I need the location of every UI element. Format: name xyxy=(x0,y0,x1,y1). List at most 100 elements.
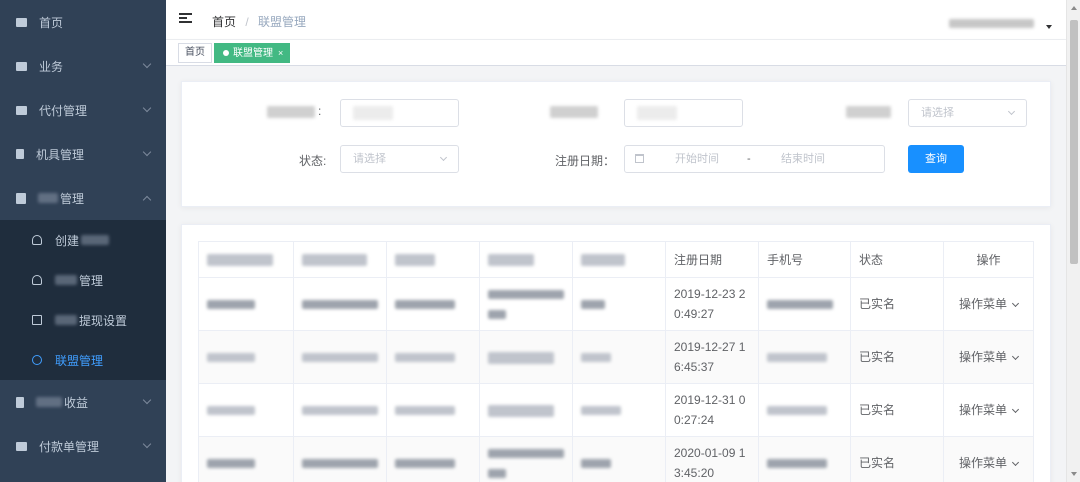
end-date-input[interactable]: 结束时间 xyxy=(781,146,825,172)
redacted-phone-cell xyxy=(758,277,851,331)
user-icon xyxy=(32,235,42,245)
user-menu[interactable] xyxy=(949,17,1052,29)
top-navbar: 首页 / 联盟管理 xyxy=(166,0,1066,40)
reg-date-cell: 2019-12-31 0 0:27:24 xyxy=(665,383,759,437)
query-button[interactable]: 查询 xyxy=(908,145,964,173)
chevron-down-icon xyxy=(1007,107,1016,116)
page-scrollbar[interactable] xyxy=(1066,0,1080,482)
column-header xyxy=(293,241,387,278)
start-date-input[interactable]: 开始时间 xyxy=(675,146,719,172)
action-menu-dropdown[interactable]: 操作菜单 xyxy=(958,456,1020,470)
sidebar-item-label: 付款单管理 xyxy=(39,439,100,454)
action-menu-dropdown[interactable]: 操作菜单 xyxy=(959,350,1020,364)
redacted-cell xyxy=(386,383,480,437)
redacted-label xyxy=(550,106,598,118)
redacted-value xyxy=(637,106,677,121)
wallet-icon xyxy=(16,441,27,451)
action-menu-dropdown[interactable]: 操作菜单 xyxy=(958,297,1020,311)
action-menu-label: 操作菜单 xyxy=(958,403,1007,417)
redacted-value xyxy=(353,106,393,121)
submenu-item-label: 管理 xyxy=(79,273,104,288)
sidebar-item-label: 管理 xyxy=(60,191,85,206)
chevron-down-icon xyxy=(1011,405,1020,414)
sidebar-item-business[interactable]: 业务 xyxy=(0,44,166,88)
redacted-cell xyxy=(198,436,294,482)
redacted-text xyxy=(36,397,62,407)
redacted-header xyxy=(207,254,273,267)
redacted-cell xyxy=(293,436,387,482)
actions-cell: 操作菜单 xyxy=(943,330,1034,384)
submenu-item-label: 联盟管理 xyxy=(55,353,104,368)
chevron-down-icon xyxy=(142,395,152,405)
column-header-actions: 操作 xyxy=(943,241,1034,278)
column-header-status: 状态 xyxy=(850,241,944,278)
table-row: 2019-12-27 1 6:45:37 已实名 操作菜单 xyxy=(198,330,1034,384)
redacted-cell xyxy=(479,383,573,437)
submenu-item-label: 提现设置 xyxy=(79,313,128,328)
action-menu-label: 操作菜单 xyxy=(958,456,1007,470)
column-header-reg-date: 注册日期 xyxy=(665,241,759,278)
redacted-cell xyxy=(293,383,387,437)
redacted-cell xyxy=(572,330,666,384)
reg-date-label: 注册日期： xyxy=(555,154,616,168)
hamburger-icon[interactable] xyxy=(179,13,192,25)
chevron-down-icon xyxy=(1011,458,1020,467)
status-cell: 已实名 xyxy=(850,277,944,331)
dashboard-icon xyxy=(16,17,27,27)
status-placeholder: 请选择 xyxy=(353,153,386,165)
close-icon[interactable]: × xyxy=(278,48,283,58)
action-menu-dropdown[interactable]: 操作菜单 xyxy=(958,403,1020,417)
redacted-phone-cell xyxy=(758,330,851,384)
sidebar-item-manage[interactable]: 管理 xyxy=(0,176,166,220)
redacted-header xyxy=(488,254,534,267)
scroll-down-arrow-icon[interactable] xyxy=(1071,472,1077,476)
reg-date-range[interactable]: 开始时间 - 结束时间 xyxy=(624,145,885,173)
sidebar-item-home[interactable]: 首页 xyxy=(0,0,166,44)
redacted-input-2[interactable] xyxy=(624,99,743,127)
redacted-cell xyxy=(572,436,666,482)
tag-label: 联盟管理 xyxy=(233,48,273,59)
scroll-up-arrow-icon[interactable] xyxy=(1071,6,1077,10)
actions-cell: 操作菜单 xyxy=(943,277,1034,331)
redacted-phone-cell xyxy=(758,383,851,437)
sidebar-item-devices[interactable]: 机具管理 xyxy=(0,132,166,176)
scroll-thumb[interactable] xyxy=(1070,20,1078,264)
redacted-input-1[interactable] xyxy=(340,99,459,127)
submenu-item-alliance[interactable]: 联盟管理 xyxy=(0,340,166,380)
reg-date-cell: 2020-01-09 1 3:45:20 xyxy=(665,436,759,482)
status-cell: 已实名 xyxy=(850,330,944,384)
calendar-icon xyxy=(635,154,644,163)
redacted-text xyxy=(55,315,77,325)
chevron-up-icon xyxy=(142,195,152,205)
redacted-phone-cell xyxy=(758,436,851,482)
tag-home[interactable]: 首页 xyxy=(178,43,212,63)
select-placeholder: 请选择 xyxy=(921,107,954,119)
redacted-cell xyxy=(572,277,666,331)
submenu-item-create[interactable]: 创建 xyxy=(0,220,166,260)
active-dot-icon xyxy=(223,50,229,56)
chevron-down-icon xyxy=(439,153,448,162)
submenu-item-withdraw-settings[interactable]: 提现设置 xyxy=(0,300,166,340)
submenu-item-manage[interactable]: 管理 xyxy=(0,260,166,300)
sidebar-item-payment[interactable]: 代付管理 xyxy=(0,88,166,132)
sidebar-item-payment-orders[interactable]: 付款单管理 xyxy=(0,424,166,468)
submenu-item-label: 创建 xyxy=(55,233,80,248)
status-select[interactable]: 请选择 xyxy=(340,145,459,173)
tag-alliance[interactable]: 联盟管理 × xyxy=(214,43,291,63)
sidebar-item-label: 业务 xyxy=(39,59,64,74)
range-separator: - xyxy=(747,153,751,165)
column-header xyxy=(572,241,666,278)
redacted-cell xyxy=(198,330,294,384)
doc-icon xyxy=(32,315,42,325)
caret-down-icon xyxy=(1046,25,1052,29)
redacted-select[interactable]: 请选择 xyxy=(908,99,1027,127)
chevron-down-icon xyxy=(1011,352,1020,361)
chevron-down-icon xyxy=(142,103,152,113)
redacted-header xyxy=(395,254,435,267)
sidebar-item-earnings[interactable]: 收益 xyxy=(0,380,166,424)
breadcrumb-home[interactable]: 首页 xyxy=(212,15,236,29)
redacted-label xyxy=(846,106,891,118)
redacted-cell xyxy=(386,330,480,384)
action-menu-label: 操作菜单 xyxy=(958,297,1007,311)
submenu: 创建 管理 提现设置 联盟管理 xyxy=(0,220,166,380)
